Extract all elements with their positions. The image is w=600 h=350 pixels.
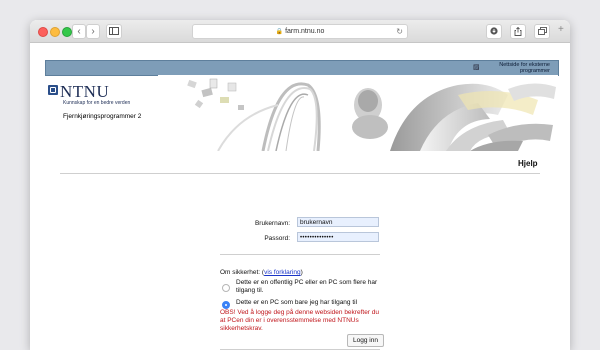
public-pc-option-label[interactable]: Dette er en offentlig PC eller en PC som… bbox=[236, 279, 391, 295]
private-pc-radio[interactable] bbox=[222, 301, 230, 309]
ntnu-logo-text: NTNU bbox=[60, 82, 110, 101]
security-warning: OBS! Ved å logge deg på denne websiden b… bbox=[220, 309, 380, 332]
password-input[interactable]: •••••••••••••• bbox=[297, 232, 379, 242]
browser-window: ‹ › 🔒 farm.ntnu.no ↻ + ▨ Nettside for eks… bbox=[30, 20, 570, 350]
help-link[interactable]: Hjelp bbox=[518, 159, 538, 168]
forward-button[interactable]: › bbox=[86, 24, 100, 39]
close-window-button[interactable] bbox=[38, 27, 48, 37]
page-content: ▨ Nettside for eksterne programmer NTNU … bbox=[30, 43, 570, 350]
ntnu-tagline: Kunnskap for en bedre verden bbox=[63, 100, 131, 106]
address-bar[interactable]: 🔒 farm.ntnu.no ↻ bbox=[192, 24, 408, 39]
private-pc-option-label[interactable]: Dette er en PC som bare jeg har tilgang … bbox=[236, 299, 391, 307]
zoom-window-button[interactable] bbox=[62, 27, 72, 37]
reload-icon[interactable]: ↻ bbox=[396, 25, 403, 38]
external-programs-link[interactable]: Nettside for eksterne programmer bbox=[478, 62, 550, 74]
sidebar-icon[interactable] bbox=[106, 24, 122, 39]
system-name: Fjernkjøringsprogrammer 2 bbox=[63, 113, 142, 120]
username-label: Brukernavn: bbox=[254, 220, 290, 227]
new-tab-button[interactable]: + bbox=[558, 24, 564, 35]
minimize-window-button[interactable] bbox=[50, 27, 60, 37]
header-divider bbox=[60, 173, 540, 174]
login-button[interactable]: Logg inn bbox=[347, 334, 384, 347]
security-label: Om sikkerhet: bbox=[220, 269, 261, 276]
back-button[interactable]: ‹ bbox=[72, 24, 86, 39]
download-icon[interactable] bbox=[486, 24, 502, 39]
title-bar: ‹ › 🔒 farm.ntnu.no ↻ + bbox=[30, 20, 570, 43]
security-explanation-link[interactable]: vis forklaring bbox=[264, 269, 300, 276]
tabs-overview-icon[interactable] bbox=[534, 24, 550, 39]
ntnu-logo-icon bbox=[48, 85, 58, 95]
public-pc-radio[interactable] bbox=[222, 284, 230, 292]
share-icon[interactable] bbox=[510, 24, 526, 39]
header-bar: ▨ Nettside for eksterne programmer bbox=[45, 60, 559, 76]
password-label: Passord: bbox=[264, 235, 290, 242]
lock-icon: 🔒 bbox=[275, 29, 284, 35]
username-input[interactable]: brukernavn bbox=[297, 217, 379, 227]
form-divider bbox=[220, 254, 380, 255]
url-text: farm.ntnu.no bbox=[285, 28, 325, 35]
security-heading: Om sikkerhet: (vis forklaring) bbox=[220, 269, 303, 276]
header-banner-image bbox=[158, 75, 558, 151]
